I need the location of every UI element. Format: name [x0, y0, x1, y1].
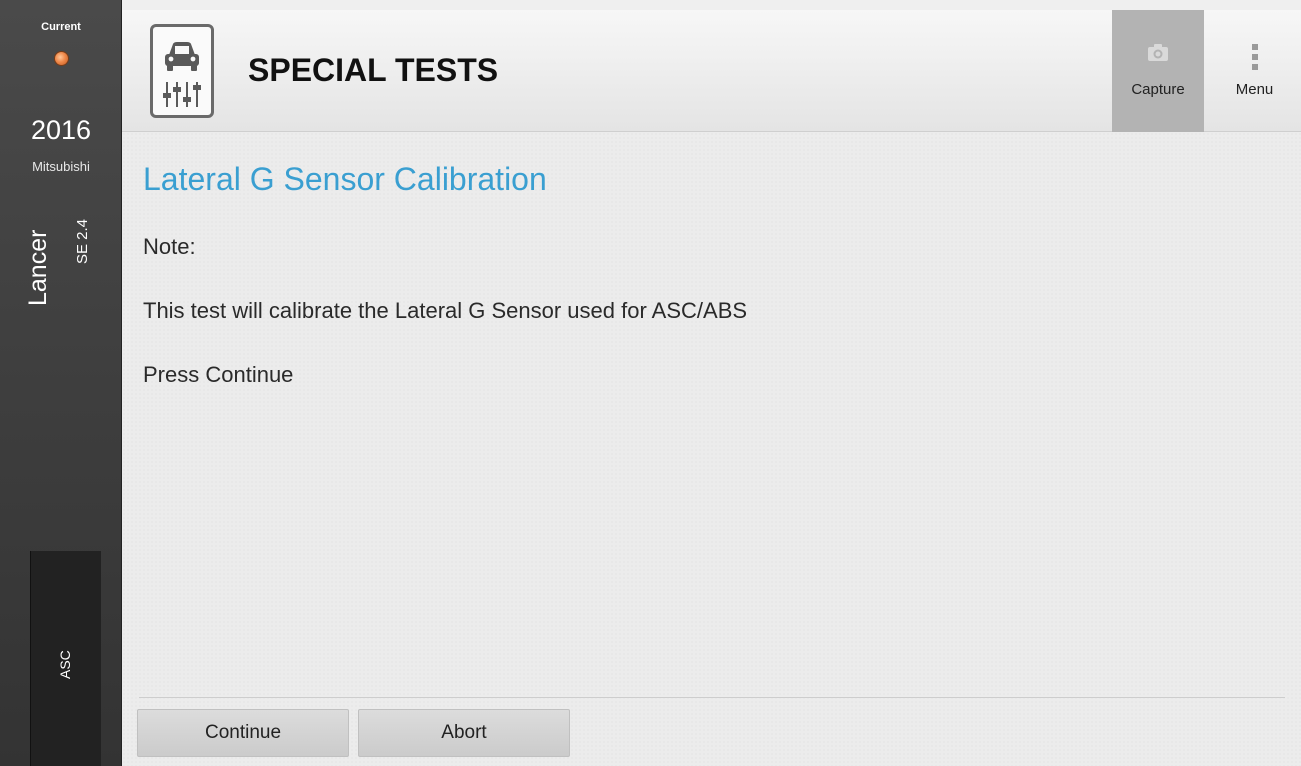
vehicle-model-wrap: Lancer: [24, 196, 64, 306]
car-sliders-icon: [150, 24, 214, 118]
test-title: Lateral G Sensor Calibration: [143, 161, 547, 197]
menu-button[interactable]: Menu: [1208, 10, 1301, 132]
module-tab-label-wrap: ASC: [57, 639, 77, 679]
action-divider: [139, 697, 1285, 698]
note-label: Note:: [143, 234, 196, 259]
continue-button[interactable]: Continue: [137, 709, 349, 757]
abort-button[interactable]: Abort: [358, 709, 570, 757]
capture-button[interactable]: Capture: [1112, 10, 1204, 132]
menu-label: Menu: [1235, 81, 1274, 98]
vehicle-trim: SE 2.4: [74, 218, 91, 264]
vehicle-trim-wrap: SE 2.4: [74, 200, 104, 264]
module-tab-asc[interactable]: ASC: [30, 551, 101, 766]
capture-label: Capture: [1131, 81, 1185, 98]
module-tab-label: ASC: [57, 650, 73, 679]
camera-icon: [1147, 44, 1169, 67]
app-header: SPECIAL TESTS Capture Menu: [122, 10, 1301, 132]
vehicle-sidebar: Current 2016 Mitsubishi Lancer SE 2.4 AS…: [0, 0, 122, 766]
status-dot-icon: [55, 52, 68, 65]
page-title: SPECIAL TESTS: [248, 52, 499, 88]
vehicle-status-label: Current: [41, 21, 81, 33]
test-content: Lateral G Sensor Calibration Note: This …: [122, 132, 1301, 766]
instruction-text: Press Continue: [143, 362, 294, 387]
vehicle-year: 2016: [30, 115, 92, 145]
vehicle-make: Mitsubishi: [32, 159, 90, 174]
test-description: This test will calibrate the Lateral G S…: [143, 298, 748, 323]
vehicle-model: Lancer: [24, 229, 52, 306]
vertical-dots-icon: [1251, 44, 1258, 75]
